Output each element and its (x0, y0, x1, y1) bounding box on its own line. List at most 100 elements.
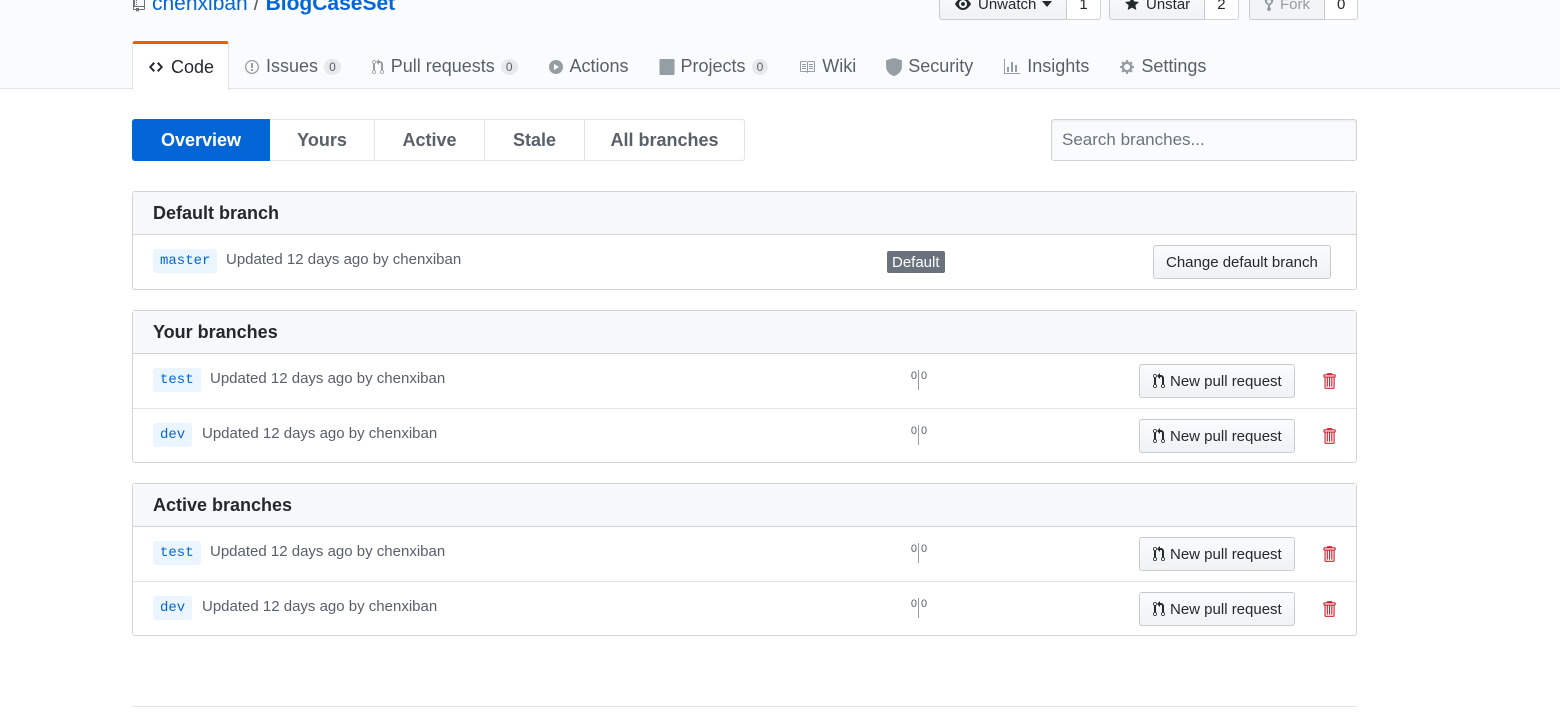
repo-icon (133, 0, 145, 12)
branch-name-link[interactable]: test (153, 368, 201, 392)
ahead-count: 0 (921, 370, 928, 382)
tab-issues[interactable]: Issues 0 (229, 41, 356, 89)
tab-wiki-label: Wiki (822, 56, 857, 76)
issues-counter: 0 (324, 58, 341, 75)
star-group: Unstar 2 (1109, 0, 1239, 20)
repo-header: chenxiban / BlogCaseSet Unwatch 1 Unstar… (0, 0, 1560, 90)
tab-settings-label: Settings (1141, 56, 1207, 76)
tab-projects-label: Projects (680, 56, 746, 76)
subnav-stale[interactable]: Stale (485, 119, 585, 161)
book-icon (800, 60, 816, 73)
repo-name-link[interactable]: BlogCaseSet (266, 0, 396, 16)
shield-icon (886, 57, 903, 76)
tab-code-label: Code (171, 56, 215, 77)
behind-count: 0 (910, 598, 917, 610)
active-branches-header: Active branches (133, 484, 1356, 527)
ahead-behind-count: 0 0 (907, 425, 931, 449)
default-badge: Default (887, 251, 945, 273)
fork-button[interactable]: Fork (1249, 0, 1325, 20)
branch-row: test Updated 12 days ago by chenxiban 0 … (133, 527, 1356, 581)
branch-updated-meta: Updated 12 days ago by chenxiban (210, 543, 446, 560)
behind-count: 0 (910, 370, 917, 382)
ahead-behind-count: 0 0 (907, 543, 931, 567)
trash-icon[interactable] (1321, 427, 1337, 445)
pull-request-icon (1153, 373, 1165, 388)
tab-insights[interactable]: Insights (988, 41, 1104, 89)
project-icon (659, 58, 675, 75)
pull-request-icon (1153, 546, 1165, 561)
tab-actions[interactable]: Actions (533, 41, 644, 89)
graph-icon (1004, 58, 1021, 74)
tab-security[interactable]: Security (871, 41, 988, 89)
subnav-active[interactable]: Active (375, 119, 485, 161)
new-pull-request-button[interactable]: New pull request (1139, 537, 1295, 571)
repo-owner-link[interactable]: chenxiban (152, 0, 248, 16)
watch-group: Unwatch 1 (939, 0, 1101, 20)
branch-name-link[interactable]: dev (153, 596, 193, 620)
pull-request-icon (1153, 601, 1165, 616)
caret-down-icon (1042, 1, 1053, 7)
branch-row: dev Updated 12 days ago by chenxiban 0 0… (133, 408, 1356, 462)
change-default-branch-button[interactable]: Change default branch (1153, 245, 1331, 279)
ahead-count: 0 (921, 543, 928, 555)
branch-updated-meta: Updated 12 days ago by chenxiban (210, 370, 446, 387)
tab-insights-label: Insights (1027, 56, 1090, 76)
pull-requests-counter: 0 (500, 58, 518, 75)
branch-updated-meta: Updated 12 days ago by chenxiban (202, 598, 438, 615)
subnav-yours[interactable]: Yours (270, 119, 375, 161)
watchers-count[interactable]: 1 (1067, 0, 1101, 20)
branch-name-link[interactable]: dev (153, 423, 193, 447)
code-icon (149, 62, 163, 72)
tab-settings[interactable]: Settings (1104, 41, 1221, 89)
behind-count: 0 (910, 543, 917, 555)
forks-count[interactable]: 0 (1325, 0, 1359, 20)
tab-code[interactable]: Code (132, 41, 230, 90)
new-pull-request-button[interactable]: New pull request (1139, 592, 1295, 626)
tab-actions-label: Actions (569, 56, 629, 76)
fork-label: Fork (1280, 0, 1310, 13)
unwatch-button[interactable]: Unwatch (939, 0, 1068, 20)
ahead-behind-divider (918, 370, 919, 390)
ahead-behind-divider (918, 543, 919, 563)
new-pull-request-button[interactable]: New pull request (1139, 419, 1295, 453)
branch-updated-meta: Updated 12 days ago by chenxiban (226, 251, 462, 268)
gear-icon (1120, 59, 1135, 74)
pull-request-icon (1153, 428, 1165, 443)
ahead-behind-divider (918, 598, 919, 618)
trash-icon[interactable] (1321, 545, 1337, 563)
active-branches-box: Active branches test Updated 12 days ago… (132, 483, 1357, 636)
tab-pull-requests[interactable]: Pull requests 0 (356, 41, 533, 89)
ahead-count: 0 (921, 598, 928, 610)
unwatch-label: Unwatch (978, 0, 1037, 13)
tab-issues-label: Issues (266, 56, 319, 76)
new-pull-request-button[interactable]: New pull request (1139, 364, 1295, 398)
default-branch-header: Default branch (133, 192, 1356, 235)
repo-separator: / (253, 0, 260, 15)
subnav-all-branches[interactable]: All branches (585, 119, 745, 161)
fork-icon (1264, 0, 1274, 12)
issue-icon (245, 59, 260, 74)
branch-name-link[interactable]: test (153, 541, 201, 565)
search-branches-input[interactable] (1051, 119, 1357, 161)
trash-icon[interactable] (1321, 600, 1337, 618)
ahead-count: 0 (921, 425, 928, 437)
stargazers-count[interactable]: 2 (1205, 0, 1239, 20)
play-icon (548, 59, 563, 74)
ahead-behind-count: 0 0 (907, 370, 931, 394)
your-branches-box: Your branches test Updated 12 days ago b… (132, 310, 1357, 463)
repo-nav: Code Issues 0 Pull requests 0 Actions Pr… (132, 41, 1221, 90)
branch-name-link[interactable]: master (153, 249, 218, 273)
tab-projects[interactable]: Projects 0 (644, 41, 784, 89)
branch-updated-meta: Updated 12 days ago by chenxiban (202, 425, 438, 442)
ahead-behind-divider (918, 425, 919, 445)
new-pull-request-label: New pull request (1170, 600, 1282, 618)
star-icon (1125, 0, 1139, 10)
trash-icon[interactable] (1321, 372, 1337, 390)
subnav-overview[interactable]: Overview (132, 119, 270, 161)
repo-title: chenxiban / BlogCaseSet (132, 0, 395, 16)
footer-divider (132, 706, 1357, 707)
unstar-button[interactable]: Unstar (1109, 0, 1206, 20)
eye-icon (955, 0, 971, 10)
tab-wiki[interactable]: Wiki (783, 41, 871, 89)
your-branches-header: Your branches (133, 311, 1356, 354)
